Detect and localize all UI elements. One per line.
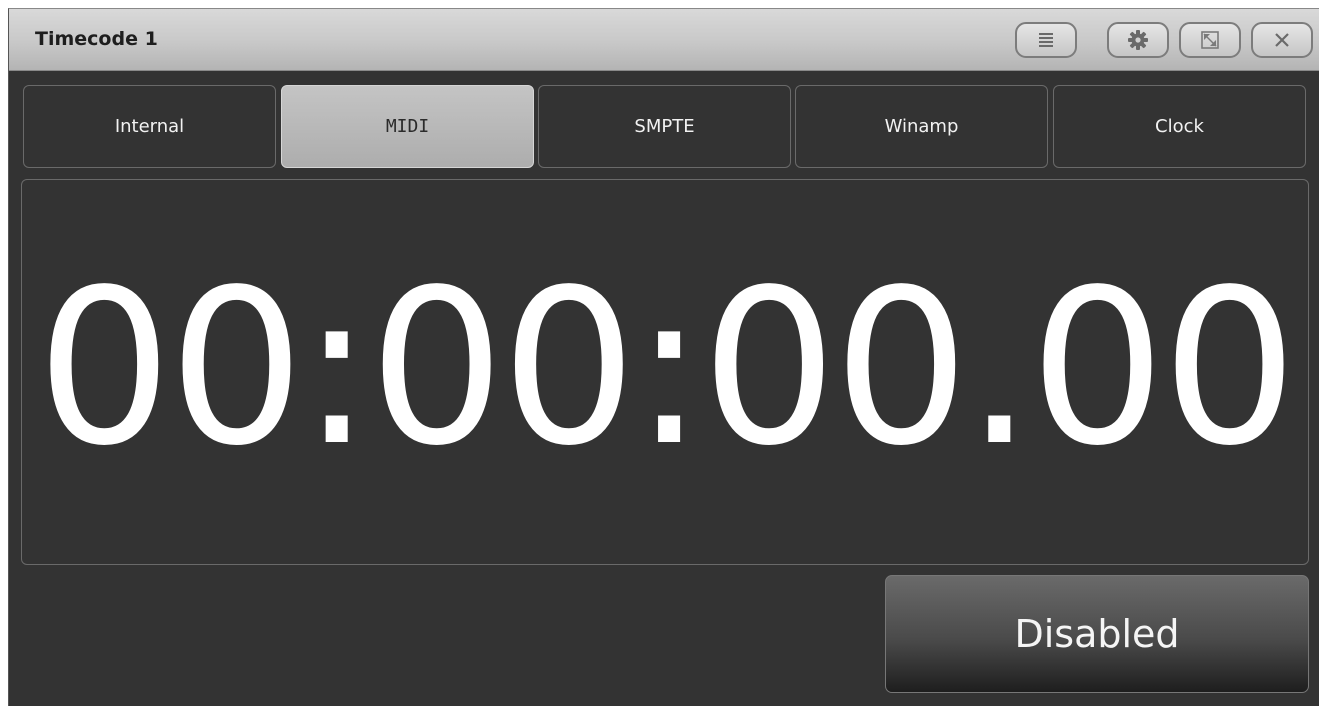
timecode-display: 00:00:00.00 xyxy=(21,179,1309,565)
timecode-readout: 00:00:00.00 xyxy=(36,243,1297,493)
close-button[interactable] xyxy=(1251,22,1313,58)
menu-icon xyxy=(1039,33,1053,47)
window-title: Timecode 1 xyxy=(35,28,158,50)
maximize-icon xyxy=(1201,31,1219,49)
tab-midi[interactable]: MIDI xyxy=(281,85,534,168)
tab-winamp[interactable]: Winamp xyxy=(795,85,1048,168)
timecode-window: Timecode 1 Internal MIDI SMPTE Winamp Cl… xyxy=(8,8,1319,706)
close-icon xyxy=(1275,33,1289,47)
tab-clock[interactable]: Clock xyxy=(1053,85,1306,168)
settings-button[interactable] xyxy=(1107,22,1169,58)
maximize-button[interactable] xyxy=(1179,22,1241,58)
menu-button[interactable] xyxy=(1015,22,1077,58)
tab-internal[interactable]: Internal xyxy=(23,85,276,168)
source-tabs: Internal MIDI SMPTE Winamp Clock xyxy=(23,85,1309,169)
tab-smpte[interactable]: SMPTE xyxy=(538,85,791,168)
enable-toggle-button[interactable]: Disabled xyxy=(885,575,1309,693)
gear-icon xyxy=(1128,30,1148,50)
title-bar[interactable]: Timecode 1 xyxy=(9,9,1319,71)
